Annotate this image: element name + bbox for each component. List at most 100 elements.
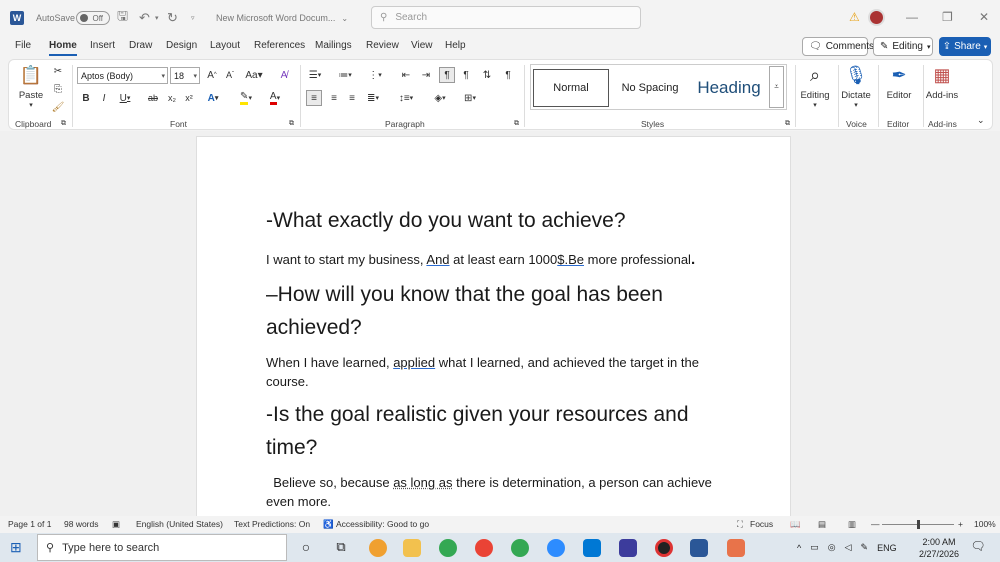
align-center-icon[interactable]: ≡	[327, 91, 341, 105]
word-taskbar-icon[interactable]	[690, 539, 708, 557]
heading-1[interactable]: -What exactly do you want to achieve?	[266, 204, 726, 237]
editing-mode-button[interactable]: ✎ Editing ▾	[873, 37, 933, 56]
volume-icon[interactable]: ◁	[845, 542, 852, 553]
bold-icon[interactable]: B	[79, 91, 93, 105]
styles-more-icon[interactable]: ⩡	[769, 66, 784, 108]
font-size-combo[interactable]: 18 ▾	[170, 67, 200, 84]
file-explorer-icon[interactable]	[403, 539, 421, 557]
accessibility-status[interactable]: Accessibility: Good to go	[336, 519, 429, 529]
vscode-icon[interactable]	[583, 539, 601, 557]
tab-home[interactable]: Home	[49, 40, 77, 56]
avatar[interactable]	[868, 9, 885, 26]
zoom-slider[interactable]	[882, 520, 954, 529]
justify-icon[interactable]: ≣ ▾	[363, 91, 383, 105]
highlight-icon[interactable]: ✎ ▾	[236, 91, 256, 105]
language-status[interactable]: English (United States)	[136, 519, 223, 529]
battery-icon[interactable]: ▭	[810, 542, 819, 553]
chrome-icon-3[interactable]	[511, 539, 529, 557]
ltr-direction-icon[interactable]: ¶	[439, 67, 455, 83]
tab-references[interactable]: References	[254, 40, 305, 51]
paragraph-launcher-icon[interactable]: ⧉	[514, 120, 519, 128]
copy-icon[interactable]: ⎘	[51, 82, 65, 96]
heading-2[interactable]: –How will you know that the goal has bee…	[266, 278, 726, 344]
increase-indent-icon[interactable]: ⇥	[419, 68, 433, 82]
close-icon[interactable]: ✕	[979, 10, 989, 24]
taskbar-search[interactable]: ⚲ Type here to search	[37, 534, 287, 561]
dictate-button[interactable]: 🎙 Dictate ▾	[834, 62, 878, 114]
network-icon[interactable]: ◎	[828, 542, 836, 553]
language-indicator[interactable]: ENG	[877, 543, 897, 553]
chrome-icon-2[interactable]	[475, 539, 493, 557]
paragraph-1[interactable]: I want to start my business, And at leas…	[266, 250, 726, 269]
paragraph-3[interactable]: Believe so, because as long as there is …	[266, 473, 726, 511]
print-layout-icon[interactable]: ▤	[818, 519, 826, 530]
zoom-slider-thumb[interactable]	[917, 520, 920, 529]
focus-button[interactable]: Focus	[750, 519, 773, 529]
read-mode-icon[interactable]: 📖	[790, 519, 801, 530]
clock[interactable]: 2:00 AM 2/27/2026	[914, 536, 964, 560]
intellij-icon[interactable]	[619, 539, 637, 557]
grammar-flag-and[interactable]: And	[426, 252, 449, 267]
search-box[interactable]: ⚲ Search	[371, 6, 641, 29]
align-left-icon[interactable]: ≡	[306, 90, 322, 106]
grammar-flag-be[interactable]: $.Be	[557, 252, 584, 267]
rtl-direction-icon[interactable]: ¶	[459, 68, 473, 82]
autosave-toggle[interactable]: Off	[76, 0, 110, 36]
change-case-icon[interactable]: Aa▾	[244, 68, 264, 82]
tab-layout[interactable]: Layout	[210, 40, 240, 51]
borders-icon[interactable]: ⊞ ▾	[459, 91, 481, 105]
editing-button[interactable]: ⌕ Editing ▾	[793, 62, 837, 114]
subscript-icon[interactable]: x₂	[165, 91, 179, 105]
addins-button[interactable]: ▦ Add-ins	[920, 62, 964, 114]
undo-dropdown-icon[interactable]: ▾	[155, 0, 159, 36]
chrome-icon[interactable]	[439, 539, 457, 557]
document-page[interactable]: -What exactly do you want to achieve? I …	[196, 136, 791, 516]
cut-icon[interactable]: ✂	[51, 64, 65, 78]
grammar-flag-applied[interactable]: applied	[393, 355, 435, 370]
grammar-flag-as-long-as[interactable]: as long as	[393, 475, 452, 490]
editor-button[interactable]: ✒ Editor	[877, 62, 921, 114]
paragraph-2[interactable]: When I have learned, applied what I lear…	[266, 353, 726, 391]
proofing-icon[interactable]: ▣	[112, 519, 120, 530]
notifications-icon[interactable]: 🗨	[969, 539, 987, 557]
zoom-out-icon[interactable]: —	[871, 519, 880, 529]
page-count[interactable]: Page 1 of 1	[8, 519, 51, 529]
styles-launcher-icon[interactable]: ⧉	[785, 120, 790, 128]
heading-3[interactable]: -Is the goal realistic given your resour…	[266, 398, 726, 464]
customize-toolbar-icon[interactable]: ▿	[191, 0, 195, 36]
start-windows-icon[interactable]: ⊞	[10, 539, 28, 557]
show-formatting-icon[interactable]: ¶	[501, 68, 515, 82]
task-view-icon[interactable]: ⧉	[332, 539, 350, 557]
style-heading[interactable]: Heading	[689, 69, 769, 107]
cortana-icon[interactable]: ○	[297, 539, 315, 557]
format-painter-icon[interactable]: 🖌	[51, 100, 65, 114]
text-predictions-status[interactable]: Text Predictions: On	[234, 519, 310, 529]
sort-icon[interactable]: ⇅	[480, 68, 494, 82]
align-right-icon[interactable]: ≡	[345, 91, 359, 105]
clear-formatting-icon[interactable]: A̸	[277, 68, 291, 82]
app-icon-paint[interactable]	[727, 539, 745, 557]
tab-design[interactable]: Design	[166, 40, 197, 51]
word-count[interactable]: 98 words	[64, 519, 99, 529]
tab-draw[interactable]: Draw	[129, 40, 152, 51]
zoom-level[interactable]: 100%	[974, 519, 996, 529]
superscript-icon[interactable]: x²	[182, 91, 196, 105]
strikethrough-icon[interactable]: ab	[145, 91, 161, 105]
zoom-in-icon[interactable]: +	[958, 519, 963, 529]
multilevel-list-icon[interactable]: ⋮ ▾	[366, 68, 384, 82]
tab-review[interactable]: Review	[366, 40, 399, 51]
collapse-ribbon-icon[interactable]: ⌄	[977, 115, 985, 126]
app-icon-obs[interactable]	[369, 539, 387, 557]
document-title[interactable]: New Microsoft Word Docum... ⌄	[216, 0, 348, 36]
decrease-indent-icon[interactable]: ⇤	[399, 68, 413, 82]
style-no-spacing[interactable]: No Spacing	[613, 69, 687, 107]
numbering-icon[interactable]: ≔ ▾	[336, 68, 354, 82]
italic-icon[interactable]: I	[97, 91, 111, 105]
zoom-app-icon[interactable]	[547, 539, 565, 557]
save-icon[interactable]: 🖫	[117, 0, 128, 36]
tab-view[interactable]: View	[411, 40, 433, 51]
web-layout-icon[interactable]: ▥	[848, 519, 856, 530]
font-color-icon[interactable]: A ▾	[265, 91, 285, 105]
share-button[interactable]: ⇪ Share ▾	[939, 37, 991, 56]
comments-button[interactable]: 🗨 Comments	[802, 37, 874, 56]
